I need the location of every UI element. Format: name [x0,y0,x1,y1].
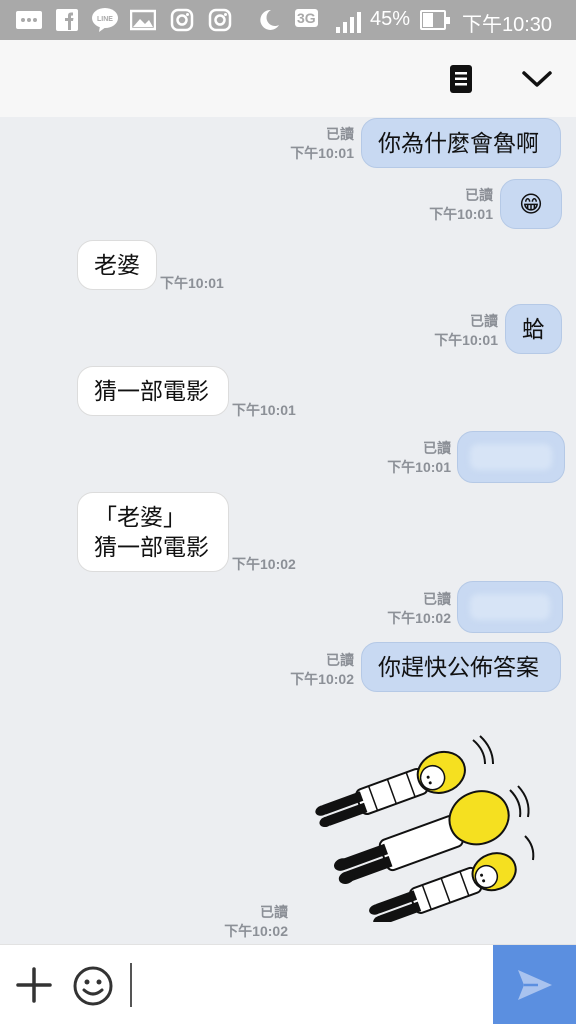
message-meta: 下午10:02 [232,555,322,574]
message-bubble[interactable]: 你趕快公佈答案 [361,642,561,692]
read-status: 已讀 [423,440,451,456]
gallery-icon [130,7,156,33]
read-status: 已讀 [465,187,493,203]
blurred-message-bubble[interactable] [457,581,563,633]
message-meta: 下午10:01 [232,401,322,420]
status-bar: LINE 3G 45% 下午10:30 [0,0,576,40]
clock: 下午10:30 [462,14,553,36]
message-bubble[interactable]: 老婆 [77,240,157,290]
read-status: 已讀 [326,652,354,668]
message-bubble[interactable]: 你為什麼會魯啊 [361,118,561,168]
timestamp: 下午10:02 [224,923,288,939]
message-bubble[interactable]: 猜一部電影 [77,366,229,416]
battery-percent: 45% [370,8,411,30]
send-icon [517,970,552,1000]
message-bubble[interactable]: 蛤 [505,304,562,354]
plus-icon [16,967,52,1003]
instagram-icon [208,7,232,33]
moon-icon [255,7,281,33]
read-status: 已讀 [260,904,288,920]
chat-header [0,40,576,117]
input-bar [0,944,576,1024]
timestamp: 下午10:01 [434,332,498,348]
message-meta: 已讀 下午10:01 [400,186,493,224]
message-meta: 已讀 下午10:01 [358,439,451,477]
timestamp: 下午10:01 [232,402,296,418]
collapse-button[interactable] [520,62,554,96]
notes-button[interactable] [444,62,478,96]
read-status: 已讀 [470,313,498,329]
message-bubble[interactable]: 😁 [500,179,562,229]
send-button[interactable] [493,945,576,1024]
read-status: 已讀 [326,126,354,142]
message-meta: 已讀 下午10:02 [262,651,354,689]
read-status: 已讀 [423,591,451,607]
chat-dots-icon [14,7,44,33]
network-badge: 3G [295,9,318,27]
timestamp: 下午10:01 [387,459,451,475]
message-meta: 已讀 下午10:01 [405,312,498,350]
timestamp: 下午10:01 [160,275,224,291]
line-icon: LINE [90,7,120,33]
timestamp: 下午10:02 [232,556,296,572]
chevron-down-icon [522,71,552,87]
instagram-icon [170,7,194,33]
message-meta: 已讀 下午10:01 [262,125,354,163]
svg-text:LINE: LINE [97,16,113,23]
notes-icon [450,65,472,93]
timestamp: 下午10:02 [290,671,354,687]
emoji-button[interactable] [72,965,114,1007]
message-bubble[interactable]: 「老婆」 猜一部電影 [77,492,229,572]
add-attachment-button[interactable] [14,965,54,1005]
message-meta: 已讀 下午10:02 [358,590,451,628]
chat-area[interactable]: 你為什麼會魯啊 已讀 下午10:01 😁 已讀 下午10:01 老婆 下午10:… [0,117,576,944]
message-meta: 已讀 下午10:02 [195,903,288,941]
blurred-message-bubble[interactable] [457,431,565,483]
three-people-lying-sticker[interactable] [315,722,550,926]
message-input[interactable] [130,963,485,1007]
message-meta: 下午10:01 [160,274,250,293]
timestamp: 下午10:01 [429,206,493,222]
timestamp: 下午10:01 [290,145,354,161]
timestamp: 下午10:02 [387,610,451,626]
battery-icon [420,10,450,30]
smiley-icon [73,966,113,1006]
facebook-icon [55,7,79,33]
